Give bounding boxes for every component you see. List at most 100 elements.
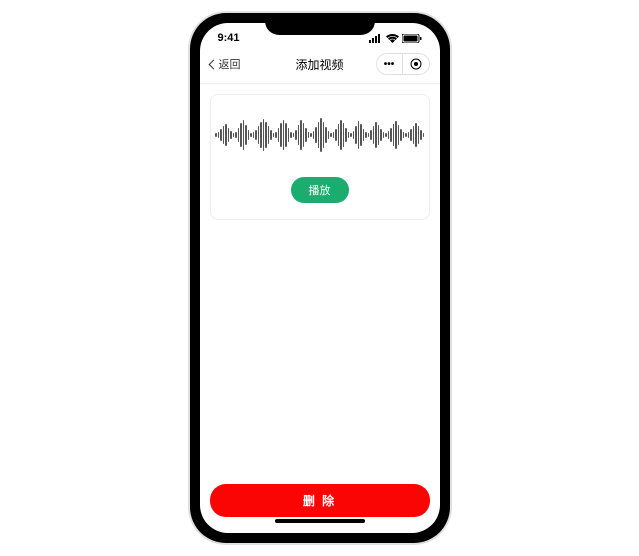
wave-bar (343, 123, 345, 147)
phone-screen: 9:41 返回 添加视频 ••• (200, 23, 440, 533)
wave-bar (365, 132, 367, 138)
wave-bar (310, 133, 312, 137)
wave-bar (268, 126, 270, 144)
wave-bar (320, 118, 322, 152)
wave-bar (413, 126, 415, 144)
home-indicator[interactable] (275, 519, 365, 523)
wave-bar (253, 132, 255, 138)
ellipsis-icon: ••• (384, 59, 395, 70)
back-button[interactable]: 返回 (210, 56, 241, 72)
wave-bar (240, 123, 242, 147)
wave-bar (400, 129, 402, 141)
wave-bar (260, 122, 262, 148)
wave-bar (250, 133, 252, 137)
wave-bar (303, 123, 305, 147)
audio-waveform (215, 113, 424, 157)
phone-frame: 9:41 返回 添加视频 ••• (190, 13, 450, 543)
wave-bar (338, 124, 340, 146)
wave-bar (245, 125, 247, 145)
page-title: 添加视频 (295, 56, 343, 73)
wave-bar (373, 126, 375, 144)
delete-button[interactable]: 删 除 (210, 484, 430, 517)
battery-icon (402, 34, 422, 43)
wave-bar (378, 125, 380, 145)
wave-bar (368, 133, 370, 137)
wave-bar (270, 130, 272, 140)
back-label: 返回 (219, 56, 241, 72)
wave-bar (420, 130, 422, 140)
wave-bar (370, 130, 372, 140)
wave-bar (223, 126, 225, 144)
status-indicators (369, 34, 422, 43)
wave-bar (355, 126, 357, 144)
wave-bar (308, 132, 310, 138)
wave-bar (390, 128, 392, 142)
wave-bar (233, 133, 235, 137)
wave-bar (235, 132, 237, 138)
wave-bar (220, 129, 222, 141)
wave-bar (315, 127, 317, 143)
wave-bar (285, 123, 287, 147)
wave-bar (375, 122, 377, 148)
wave-bar (348, 132, 350, 138)
wave-bar (218, 132, 220, 138)
wave-bar (290, 132, 292, 138)
wave-bar (288, 128, 290, 142)
wave-bar (313, 131, 315, 139)
wave-bar (333, 132, 335, 138)
wave-bar (298, 125, 300, 145)
wave-bar (225, 124, 227, 146)
wave-bar (358, 121, 360, 149)
wave-bar (345, 128, 347, 142)
audio-card: 播放 (210, 94, 430, 220)
wave-bar (360, 124, 362, 146)
wave-bar (318, 122, 320, 148)
play-button[interactable]: 播放 (291, 177, 349, 203)
wave-bar (275, 132, 277, 138)
wave-bar (395, 121, 397, 149)
wave-bar (363, 129, 365, 141)
capsule-menu-button[interactable]: ••• (377, 54, 403, 74)
signal-icon (369, 34, 383, 43)
wave-bar (410, 129, 412, 141)
wave-bar (403, 132, 405, 138)
capsule-close-button[interactable] (403, 54, 429, 74)
wave-bar (258, 126, 260, 144)
wave-bar (283, 120, 285, 150)
wave-bar (255, 130, 257, 140)
wave-bar (280, 123, 282, 147)
wave-bar (328, 131, 330, 139)
wave-bar (388, 131, 390, 139)
wave-bar (385, 133, 387, 137)
wave-bar (238, 128, 240, 142)
wave-bar (415, 123, 417, 147)
wave-bar (305, 128, 307, 142)
wave-bar (230, 131, 232, 139)
wave-bar (293, 133, 295, 137)
wave-bar (325, 127, 327, 143)
wave-bar (295, 130, 297, 140)
wave-bar (248, 130, 250, 140)
wave-bar (273, 133, 275, 137)
wave-bar (423, 133, 425, 137)
wave-bar (408, 132, 410, 138)
wave-bar (323, 122, 325, 148)
wave-bar (215, 133, 217, 137)
wave-bar (398, 125, 400, 145)
wave-bar (228, 128, 230, 142)
content-area: 播放 (200, 84, 440, 474)
nav-bar: 返回 添加视频 ••• (200, 49, 440, 84)
wave-bar (263, 119, 265, 151)
wave-bar (405, 133, 407, 137)
phone-notch (265, 13, 375, 35)
wave-bar (243, 120, 245, 150)
wave-bar (393, 124, 395, 146)
wave-bar (418, 126, 420, 144)
status-time: 9:41 (218, 32, 240, 44)
wave-bar (330, 133, 332, 137)
wave-bar (380, 129, 382, 141)
footer-area: 删 除 (200, 474, 440, 533)
wave-bar (335, 129, 337, 141)
wave-bar (383, 132, 385, 138)
wave-bar (350, 133, 352, 137)
